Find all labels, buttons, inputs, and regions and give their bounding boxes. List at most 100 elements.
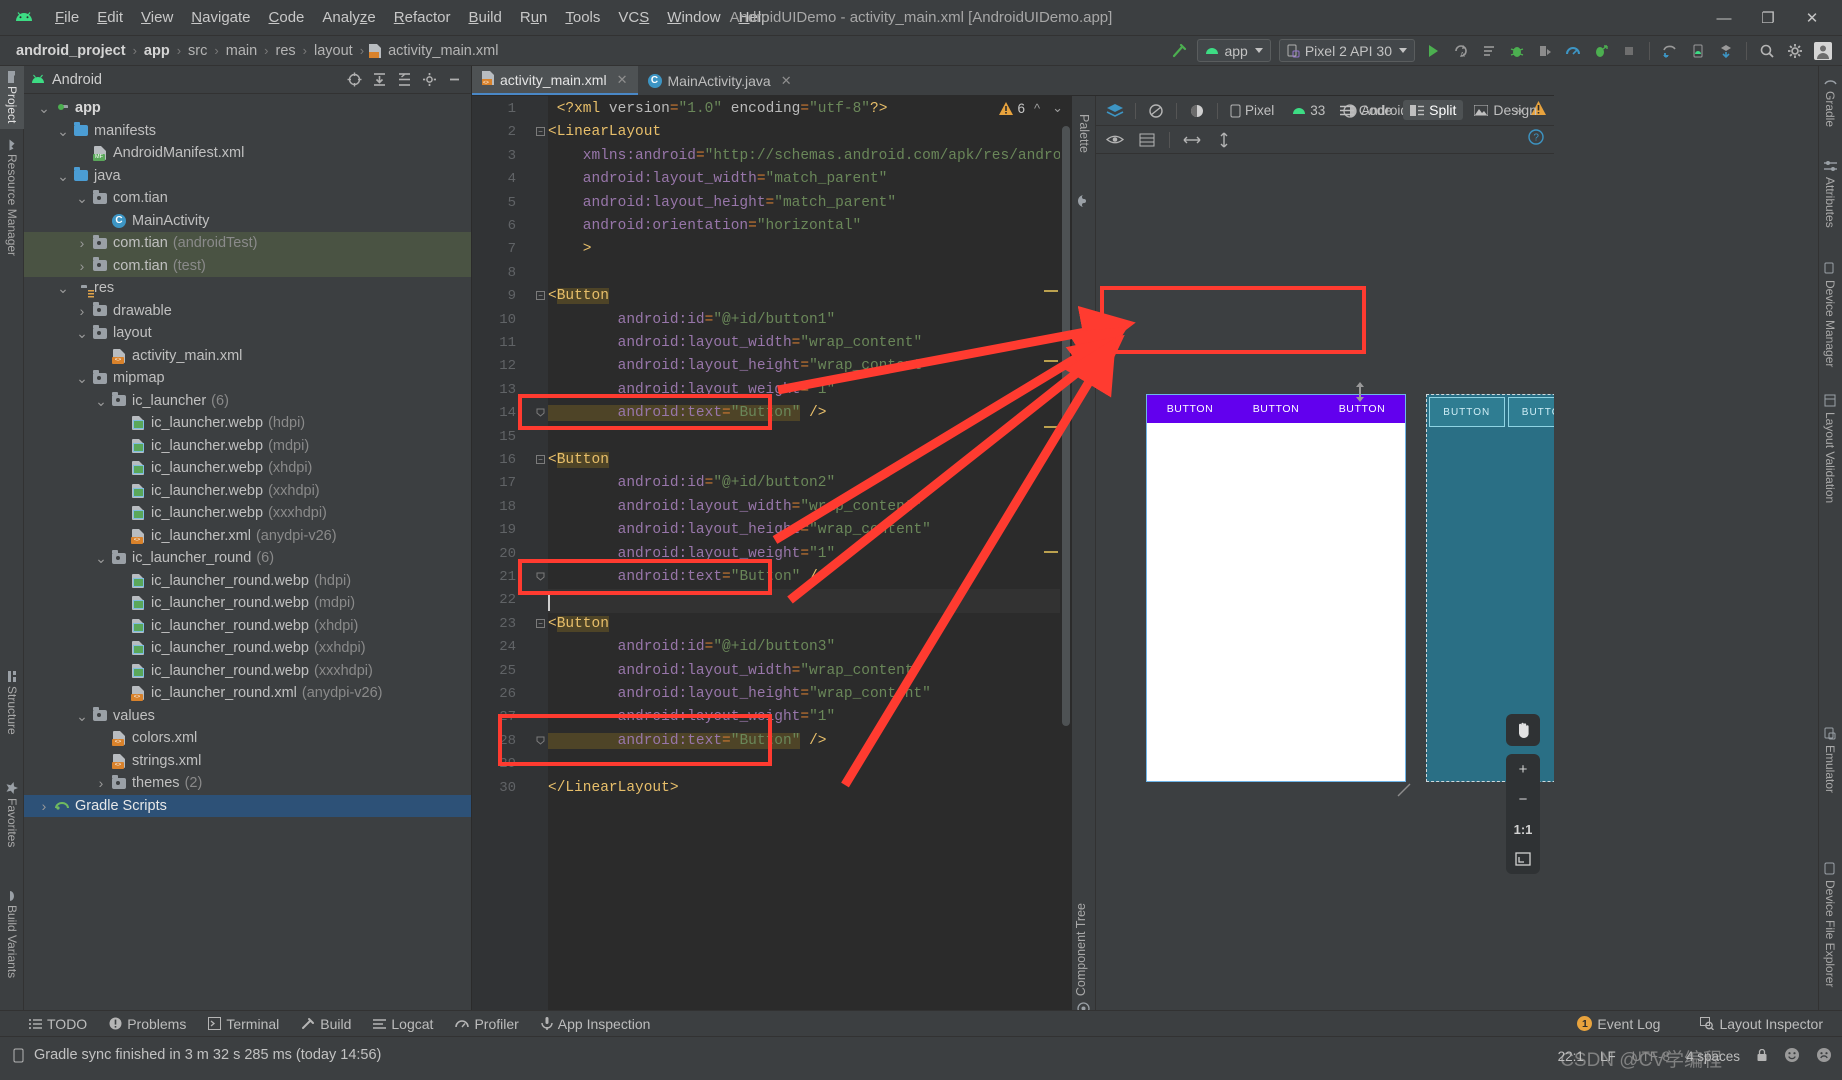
chevron-right-icon[interactable]: › <box>74 235 90 251</box>
tree-item-com-tian[interactable]: ⌄ com.tian <box>24 187 471 210</box>
tool-button-logcat[interactable]: Logcat <box>362 1016 444 1032</box>
line-separator[interactable]: LF <box>1600 1049 1616 1064</box>
code-line[interactable]: android:id="@+id/button1" <box>548 309 1072 332</box>
tab-activity-main-xml[interactable]: <> activity_main.xml ✕ <box>472 66 638 95</box>
breadcrumb-item[interactable]: android_project <box>14 43 128 59</box>
code-line[interactable]: <?xml version="1.0" encoding="utf-8"?> <box>548 98 1072 121</box>
sidebar-item-gradle[interactable]: Gradle <box>1818 70 1842 133</box>
view-mode-split[interactable]: Split <box>1403 100 1464 120</box>
tree-item-colors-xml[interactable]: <> colors.xml <box>24 727 471 750</box>
design-device-selector[interactable]: Pixel <box>1225 103 1283 118</box>
tool-button-profiler[interactable]: Profiler <box>444 1016 529 1032</box>
collapse-all-icon[interactable] <box>393 69 415 91</box>
debug-icon[interactable] <box>1504 39 1530 63</box>
code-line[interactable]: <LinearLayout <box>548 121 1072 144</box>
search-icon[interactable] <box>1754 39 1780 63</box>
sync-gradle-icon[interactable] <box>1657 39 1683 63</box>
tree-item-app[interactable]: ⌄ app <box>24 97 471 120</box>
select-opened-file-icon[interactable] <box>343 69 365 91</box>
chevron-right-icon[interactable]: › <box>93 775 109 791</box>
tree-item-strings-xml[interactable]: <> strings.xml <box>24 750 471 773</box>
chevron-down-icon[interactable]: ⌄ <box>74 709 90 723</box>
code-line[interactable] <box>548 753 1072 776</box>
sidebar-item-emulator[interactable]: Emulator <box>1818 721 1842 799</box>
menu-item-help[interactable]: Help <box>730 7 779 28</box>
tool-button-todo[interactable]: TODO <box>18 1016 98 1032</box>
code-line[interactable]: android:text="Button" /> <box>548 730 1072 753</box>
sidebar-item-favorites[interactable]: Favorites <box>0 776 24 853</box>
fit-screen-button[interactable] <box>1506 844 1540 874</box>
code-line[interactable]: android:orientation="horizontal" <box>548 215 1072 238</box>
code-editor-pane[interactable]: 6 ^ ⌄ 1 2 3 4 5 6 7 8 9 10 11 12 13 14 15 16 17 18 19 20 21 2… <box>472 96 1072 1026</box>
close-icon[interactable]: ✕ <box>617 72 628 88</box>
tool-button-app-inspection[interactable]: App Inspection <box>530 1016 662 1032</box>
tree-item-ic-launcher-round-webp[interactable]: ic_launcher_round.webp (xxxhdpi) <box>24 660 471 683</box>
code-fold-marker[interactable]: − <box>536 618 545 628</box>
user-avatar-icon[interactable] <box>1810 39 1836 63</box>
code-text-area[interactable]: <?xml version="1.0" encoding="utf-8"?> <L… <box>548 96 1072 1026</box>
tree-item-ic-launcher-round-webp[interactable]: ic_launcher_round.webp (mdpi) <box>24 592 471 615</box>
code-line[interactable]: </LinearLayout> <box>548 777 1072 800</box>
blueprint-button-1[interactable]: BUTTON <box>1429 397 1505 427</box>
design-api-selector[interactable]: 33 <box>1287 103 1334 118</box>
build-hammer-icon[interactable] <box>1166 39 1192 63</box>
sidebar-item-resource-manager[interactable]: Resource Manager <box>0 134 24 262</box>
device-render-preview[interactable]: BUTTON BUTTON BUTTON <box>1146 394 1406 782</box>
code-line[interactable]: android:text="Button" /> <box>548 402 1072 425</box>
project-tree[interactable]: ⌄ app ⌄ manifests MF AndroidManifest.xml ⌄ jav… <box>24 94 471 1026</box>
vertical-align-icon[interactable] <box>1211 128 1237 152</box>
warning-count-badge[interactable]: 6 <box>999 101 1025 116</box>
tree-item-ic-launcher-webp[interactable]: ic_launcher.webp (xhdpi) <box>24 457 471 480</box>
code-line[interactable]: android:layout_width="match_parent" <box>548 168 1072 191</box>
caret-position[interactable]: 22:1 <box>1558 1049 1584 1064</box>
code-line[interactable] <box>548 589 1072 612</box>
preview-button-1[interactable]: BUTTON <box>1147 395 1233 423</box>
code-line[interactable]: android:layout_height="wrap_content" <box>548 355 1072 378</box>
tree-item-ic-launcher-round-xml[interactable]: <> ic_launcher_round.xml (anydpi-v26) <box>24 682 471 705</box>
code-line[interactable]: android:layout_height="wrap_content" <box>548 519 1072 542</box>
code-line[interactable]: android:layout_weight="1" <box>548 379 1072 402</box>
tree-item-com-tian[interactable]: › com.tian (test) <box>24 254 471 277</box>
code-line[interactable]: android:layout_weight="1" <box>548 706 1072 729</box>
sidebar-item-structure[interactable]: Structure <box>0 666 24 741</box>
editor-fold-column[interactable]: − − − − <box>532 96 548 1026</box>
help-icon[interactable]: ? <box>1528 129 1554 150</box>
breadcrumb-item[interactable]: src <box>186 43 209 59</box>
happy-face-icon[interactable] <box>1784 1047 1800 1066</box>
code-line[interactable]: <Button <box>548 285 1072 308</box>
tree-item-themes[interactable]: › themes (2) <box>24 772 471 795</box>
code-line[interactable]: > <box>548 238 1072 261</box>
next-problem-icon[interactable]: ⌄ <box>1049 100 1066 116</box>
code-line[interactable]: android:layout_width="wrap_content" <box>548 660 1072 683</box>
tree-item-com-tian[interactable]: › com.tian (androidTest) <box>24 232 471 255</box>
tree-item-ic-launcher-round-webp[interactable]: ic_launcher_round.webp (hdpi) <box>24 570 471 593</box>
sdk-manager-icon[interactable] <box>1713 39 1739 63</box>
tree-item-ic-launcher-xml[interactable]: <> ic_launcher.xml (anydpi-v26) <box>24 525 471 548</box>
tool-button-event-log[interactable]: 1 Event Log <box>1566 1016 1671 1032</box>
component-tree-label[interactable]: Component Tree <box>1074 903 1088 996</box>
tool-button-problems[interactable]: Problems <box>98 1016 197 1032</box>
lock-icon[interactable] <box>1756 1048 1768 1065</box>
apply-changes-icon[interactable] <box>1476 39 1502 63</box>
tree-item-gradle-scripts[interactable]: › Gradle Scripts <box>24 794 471 817</box>
maximize-button[interactable]: ❐ <box>1746 3 1790 33</box>
code-line[interactable]: android:id="@+id/button2" <box>548 472 1072 495</box>
menu-item-view[interactable]: View <box>132 7 182 28</box>
actual-size-button[interactable]: 1:1 <box>1506 814 1540 844</box>
design-surface-icon[interactable] <box>1102 99 1128 123</box>
code-fold-marker[interactable] <box>536 408 545 417</box>
zoom-out-button[interactable]: − <box>1506 784 1540 814</box>
menu-item-analyze[interactable]: Analyze <box>313 7 384 28</box>
code-line[interactable] <box>548 426 1072 449</box>
code-line[interactable]: android:layout_width="wrap_content" <box>548 332 1072 355</box>
code-line[interactable]: xmlns:android="http://schemas.android.co… <box>548 145 1072 168</box>
code-fold-marker[interactable]: − <box>536 291 545 301</box>
blueprint-button-2[interactable]: BUTTON <box>1507 397 1554 427</box>
tree-item-ic-launcher-webp[interactable]: ic_launcher.webp (hdpi) <box>24 412 471 435</box>
tree-item-ic-launcher-round[interactable]: ⌄ ic_launcher_round (6) <box>24 547 471 570</box>
sidebar-item-project[interactable]: Project <box>0 66 24 130</box>
hide-panel-icon[interactable] <box>443 69 465 91</box>
tree-item-ic-launcher-round-webp[interactable]: ic_launcher_round.webp (xxhdpi) <box>24 637 471 660</box>
code-line[interactable]: android:text="Button" /> <box>548 566 1072 589</box>
breadcrumb-item[interactable]: activity_main.xml <box>386 43 500 59</box>
